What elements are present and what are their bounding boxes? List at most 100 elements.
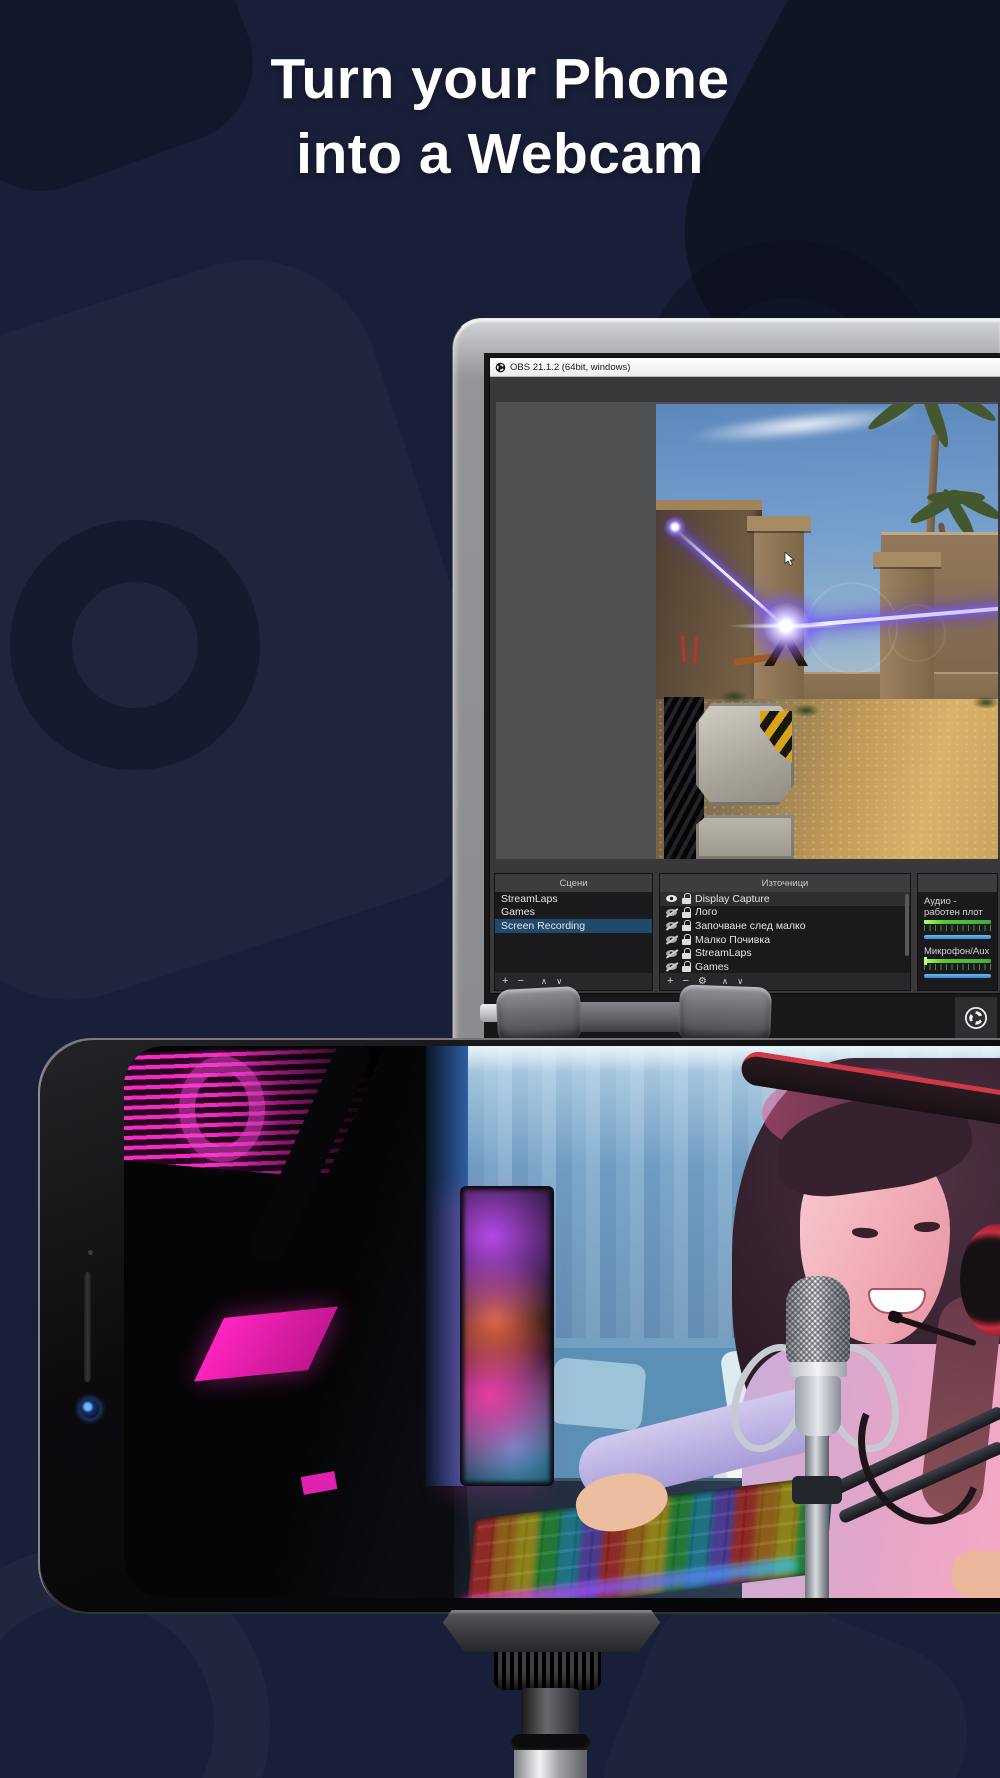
scenes-panel-header[interactable]: Сцени [495, 874, 652, 892]
volume-meter [924, 920, 991, 924]
tripod-pole [514, 1750, 587, 1778]
laptop-mockup: OBS 21.1.2 (64bit, windows) [452, 318, 1000, 1044]
remove-scene-button[interactable]: − [517, 976, 523, 987]
source-label: Games [695, 961, 729, 973]
source-item[interactable]: Малко Почивка [660, 933, 910, 947]
phone-mockup [38, 1038, 1000, 1614]
obs-dock-panels: Сцени StreamLaps Games Screen Recording … [494, 873, 998, 991]
lock-icon[interactable] [682, 907, 691, 918]
obs-logo-icon [495, 362, 506, 373]
laptop-screen: OBS 21.1.2 (64bit, windows) [484, 353, 1000, 1044]
visibility-eye-off-icon[interactable] [666, 921, 678, 930]
scene-item[interactable]: StreamLaps [495, 892, 652, 906]
lock-icon[interactable] [682, 934, 691, 945]
mixer-track-label: Аудио - работен плот [924, 896, 991, 918]
title-line-1: Turn your Phone [270, 47, 729, 111]
pillar-cap [747, 516, 811, 531]
tripod-clamp-jaw [443, 1610, 660, 1652]
mixer-track-label: Микрофон/Aux [924, 946, 991, 957]
lock-icon[interactable] [682, 920, 691, 931]
sources-list: Display Capture Лого [660, 892, 910, 973]
mic-collar [789, 1362, 847, 1377]
lock-icon[interactable] [682, 893, 691, 904]
mixer-track: Микрофон/Aux [924, 946, 991, 978]
magenta-glow-small [301, 1471, 338, 1495]
obs-window: OBS 21.1.2 (64bit, windows) [490, 358, 1000, 993]
palm-tree [852, 404, 998, 486]
source-item[interactable]: Games [660, 960, 910, 973]
fan-ring-glow [179, 1056, 265, 1162]
lock-icon[interactable] [682, 948, 691, 959]
source-label: Малко Почивка [695, 934, 770, 946]
visibility-eye-off-icon[interactable] [666, 908, 678, 917]
scene-item-selected[interactable]: Screen Recording [495, 919, 652, 933]
shrub [792, 704, 820, 717]
metal-crate [664, 697, 794, 859]
source-item[interactable]: Display Capture [660, 892, 910, 906]
source-label: Display Capture [695, 893, 770, 905]
audio-mixer-panel: Аудио - работен плот Микрофон/Aux [917, 873, 998, 991]
pillow [549, 1357, 646, 1431]
scenes-panel: Сцени StreamLaps Games Screen Recording … [494, 873, 653, 991]
obs-logo-icon [964, 1006, 988, 1030]
shrub [972, 696, 998, 709]
obs-preview-canvas [496, 402, 998, 859]
visibility-eye-off-icon[interactable] [666, 935, 678, 944]
source-move-up-button[interactable]: ∧ [722, 977, 728, 986]
condenser-mic-capsule [786, 1276, 850, 1364]
source-label: StreamLaps [695, 947, 752, 959]
scenes-toolbar: + − ∧ ∨ [495, 973, 652, 990]
sources-panel-header[interactable]: Източници [660, 874, 910, 892]
mixer-panel-header[interactable] [918, 874, 997, 892]
pillar-cap [873, 552, 941, 567]
promo-page: Turn your Phone into a Webcam OBS 21.1.2… [0, 0, 1000, 1778]
visibility-eye-off-icon[interactable] [666, 962, 678, 971]
pc-tower-silhouette [124, 1046, 472, 1598]
mic-stand-bracket [792, 1476, 842, 1504]
volume-slider[interactable] [924, 935, 991, 939]
volume-meter [924, 959, 991, 963]
palm-frond [865, 404, 933, 434]
phone-clamp-grip [496, 986, 583, 1045]
obs-body: Сцени StreamLaps Games Screen Recording … [490, 377, 1000, 993]
source-item[interactable]: StreamLaps [660, 946, 910, 960]
scene-move-down-button[interactable]: ∨ [556, 977, 562, 986]
tripod-neck [521, 1688, 579, 1740]
obs-window-title: OBS 21.1.2 (64bit, windows) [510, 362, 630, 373]
mic-stand-pole [805, 1434, 829, 1598]
add-scene-button[interactable]: + [502, 976, 508, 987]
lock-icon[interactable] [682, 961, 691, 972]
magenta-glow-panel [194, 1307, 338, 1382]
rgb-pc-tower [460, 1186, 554, 1486]
laser-impact-flare [744, 584, 828, 668]
page-title: Turn your Phone into a Webcam [0, 42, 1000, 192]
obs-titlebar[interactable]: OBS 21.1.2 (64bit, windows) [490, 358, 1000, 377]
sources-scrollbar[interactable] [905, 894, 909, 956]
volume-slider[interactable] [924, 974, 991, 978]
mixer-track: Аудио - работен плот [924, 896, 991, 939]
source-label: Започване след малко [695, 920, 806, 932]
sources-panel: Източници Display Capture [659, 873, 911, 991]
mouse-cursor-icon [784, 552, 797, 567]
source-item[interactable]: Лого [660, 906, 910, 920]
front-camera-lens [79, 1398, 101, 1420]
add-source-button[interactable]: + [667, 976, 673, 987]
db-scale-ruler [924, 925, 991, 931]
scenes-list: StreamLaps Games Screen Recording [495, 892, 652, 973]
scene-item[interactable]: Games [495, 906, 652, 920]
game-preview [656, 404, 998, 859]
source-label: Лого [695, 906, 717, 918]
db-scale-ruler [924, 964, 991, 970]
mixer-tracks: Аудио - работен плот Микрофон/Aux [918, 892, 997, 990]
visibility-eye-off-icon[interactable] [666, 949, 678, 958]
mic-body [795, 1376, 841, 1436]
phone-clamp-grip [678, 984, 772, 1044]
visibility-eye-icon[interactable] [666, 894, 678, 903]
obs-taskbar-button[interactable] [955, 997, 997, 1041]
source-item[interactable]: Започване след малко [660, 919, 910, 933]
source-move-down-button[interactable]: ∨ [737, 977, 743, 986]
earpiece-speaker [84, 1272, 91, 1382]
scene-move-up-button[interactable]: ∧ [541, 977, 547, 986]
streamer-smile [868, 1288, 926, 1314]
crate-lower [696, 815, 794, 859]
